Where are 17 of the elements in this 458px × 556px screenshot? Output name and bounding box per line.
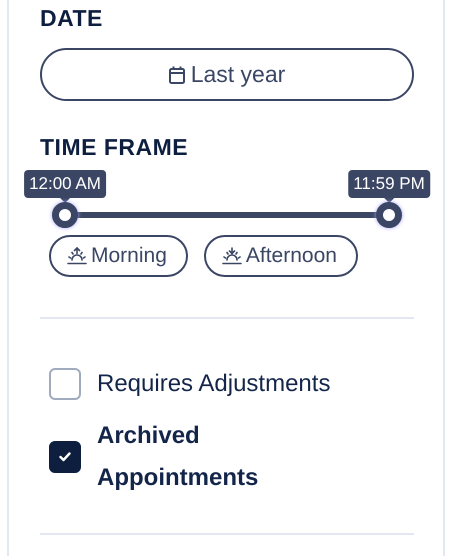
checkbox[interactable] bbox=[49, 441, 81, 473]
checkbox-label: Archived Appointments bbox=[97, 421, 260, 493]
time-tooltip: 12:00 AM bbox=[24, 170, 106, 203]
preset-chip[interactable]: Afternoon bbox=[204, 235, 358, 277]
checkbox-label: Requires Adjustments bbox=[97, 369, 330, 399]
slider-handle[interactable] bbox=[376, 202, 402, 228]
checkbox[interactable] bbox=[49, 368, 81, 400]
checkmark-icon bbox=[59, 452, 71, 462]
sun-horizon-icon bbox=[67, 247, 87, 265]
time-tooltip: 11:59 PM bbox=[348, 170, 430, 203]
sun-horizon-icon bbox=[222, 247, 242, 265]
date-range-button[interactable]: Last year bbox=[40, 48, 414, 101]
slider-handle[interactable] bbox=[52, 202, 78, 228]
preset-chip[interactable]: Morning bbox=[49, 235, 188, 277]
calendar-icon bbox=[168, 66, 185, 84]
section-heading: DATE bbox=[40, 5, 104, 31]
section-heading: TIME FRAME bbox=[40, 134, 190, 160]
